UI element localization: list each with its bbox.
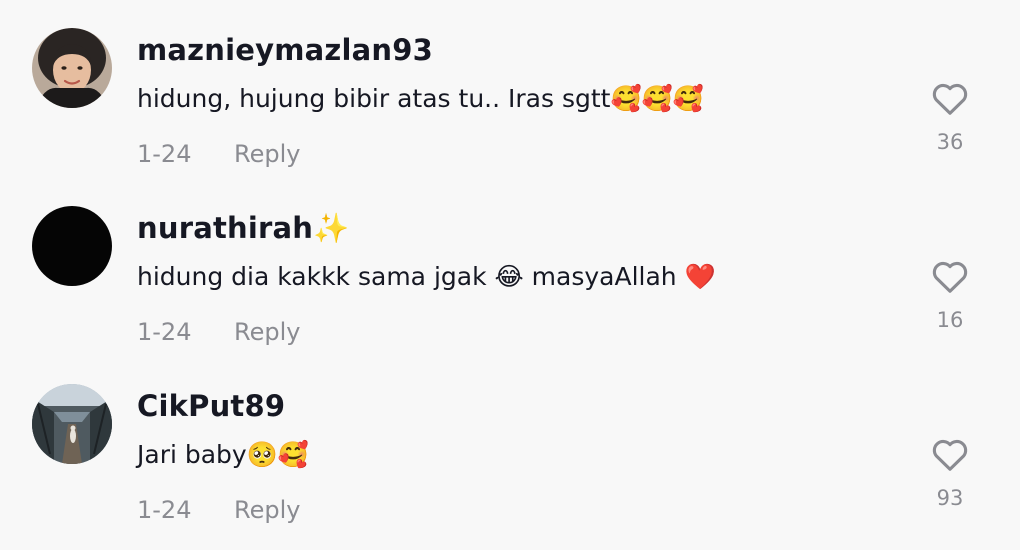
- like-button[interactable]: [928, 76, 972, 120]
- comment-text: hidung, hujung bibir atas tu.. Iras sgtt…: [137, 84, 704, 113]
- comment-item: nurathirah✨ hidung dia kakkk sama jgak 😂…: [0, 178, 1020, 356]
- comment-username[interactable]: maznieymazlan93: [137, 33, 433, 67]
- comment-date: 1-24: [137, 496, 192, 524]
- user-avatar[interactable]: [32, 28, 112, 108]
- reply-button[interactable]: Reply: [234, 140, 300, 168]
- profile-photo-black: [32, 206, 112, 286]
- comment-meta: 1-24 Reply: [137, 140, 300, 168]
- user-avatar[interactable]: [32, 206, 112, 286]
- comment-item: maznieymazlan93 hidung, hujung bibir ata…: [0, 0, 1020, 178]
- comment-list: maznieymazlan93 hidung, hujung bibir ata…: [0, 0, 1020, 550]
- heart-icon: [932, 261, 968, 293]
- comment-username[interactable]: CikPut89: [137, 389, 285, 423]
- comment-date: 1-24: [137, 318, 192, 346]
- comment-text: hidung dia kakkk sama jgak 😂 masyaAllah …: [137, 262, 716, 291]
- like-count: 16: [936, 308, 964, 332]
- like-button[interactable]: [928, 432, 972, 476]
- comment-text: Jari baby🥺🥰: [137, 440, 309, 469]
- like-button[interactable]: [928, 254, 972, 298]
- comment-meta: 1-24 Reply: [137, 496, 300, 524]
- reply-button[interactable]: Reply: [234, 318, 300, 346]
- comment-item: CikPut89 Jari baby🥺🥰 1-24 Reply 93: [0, 356, 1020, 534]
- profile-photo-bridge: [32, 384, 112, 464]
- user-avatar[interactable]: [32, 384, 112, 464]
- heart-icon: [932, 83, 968, 115]
- like-count: 36: [936, 130, 964, 154]
- heart-icon: [932, 439, 968, 471]
- comment-username[interactable]: nurathirah✨: [137, 211, 349, 246]
- profile-photo-woman-hijab: [32, 28, 112, 108]
- reply-button[interactable]: Reply: [234, 496, 300, 524]
- like-count: 93: [936, 486, 964, 510]
- comment-meta: 1-24 Reply: [137, 318, 300, 346]
- comment-date: 1-24: [137, 140, 192, 168]
